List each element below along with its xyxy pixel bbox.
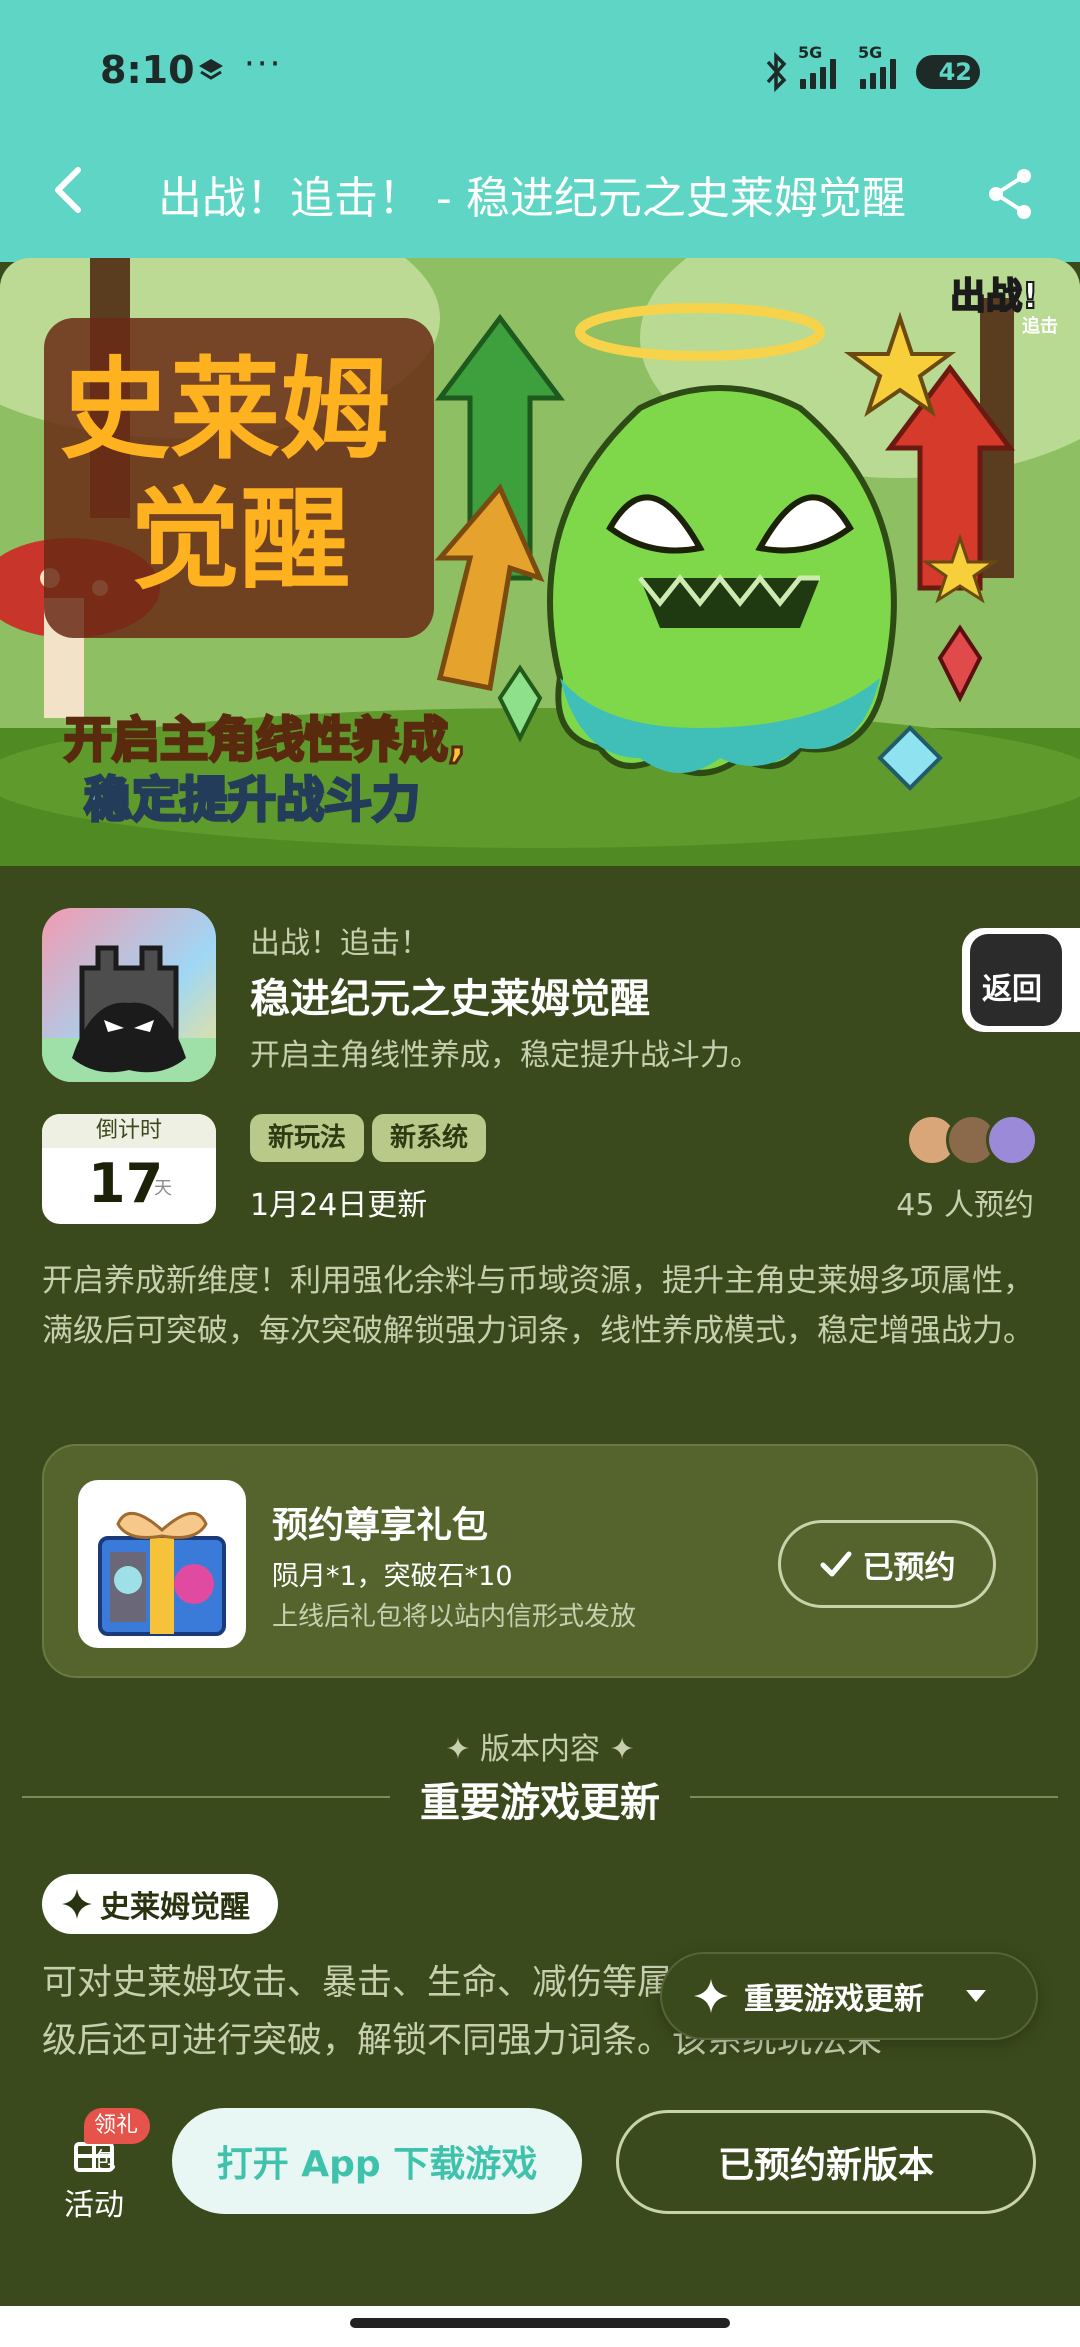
top-bar: 8:10 ··· 5G 5G 42 出战！追击！ - 稳进纪元之史莱姆觉醒: [0, 0, 1080, 262]
banner-logo-2: 追击: [1022, 315, 1058, 337]
gift-pack-card: 预约尊享礼包 陨月*1，突破石*10 上线后礼包将以站内信形式发放 已预约: [42, 1444, 1038, 1678]
reserver-avatars: [906, 1114, 1040, 1166]
divider-right: [690, 1796, 1058, 1798]
sparkle-icon: [62, 1889, 92, 1919]
page-title: 出战！追击！ - 稳进纪元之史莱姆觉醒: [158, 173, 906, 224]
tag-new-system[interactable]: 新系统: [372, 1114, 487, 1162]
countdown-card: 倒计时 17 天: [42, 1114, 216, 1224]
return-label: 返回: [982, 972, 1042, 1007]
section-title: 重要游戏更新: [420, 1780, 660, 1826]
banner-tagline-1: 开启主角线性养成,: [64, 712, 466, 768]
banner-tagline-2: 稳定提升战斗力: [84, 772, 420, 828]
battery-icon: 42: [916, 55, 980, 89]
more-notifications-icon: ···: [244, 44, 283, 84]
back-icon[interactable]: [44, 160, 94, 220]
reservation-count: 45 人预约: [896, 1188, 1034, 1223]
banner-headline-1: 史莱姆: [60, 346, 390, 474]
activity-label: 活动: [64, 2188, 124, 2223]
signal-label: 5G: [798, 43, 823, 62]
return-button[interactable]: 返回: [962, 928, 1080, 1032]
gift-box-icon: [98, 1512, 226, 1636]
signal-label-2: 5G: [858, 43, 883, 62]
hero-banner[interactable]: 史莱姆 觉醒 开启主角线性养成, 稳定提升战斗力 出战! 追击: [0, 258, 1080, 866]
gift-items: 陨月*1，突破石*10: [272, 1561, 513, 1592]
countdown-label: 倒计时: [42, 1114, 216, 1148]
bluetooth-icon: [766, 52, 787, 92]
return-thumbnail: 返回: [970, 934, 1062, 1026]
section-jump-label: 重要游戏更新: [744, 1982, 924, 2017]
banner-logo-1: 出战!: [950, 276, 1038, 317]
update-date: 1月24日更新: [250, 1188, 428, 1223]
app-screen: 8:10 ··· 5G 5G 42 出战！追击！ - 稳进纪元之史莱姆觉醒 史莱…: [0, 0, 1080, 2347]
home-indicator[interactable]: [350, 2318, 730, 2328]
reserved-version-button[interactable]: 已预约新版本: [616, 2110, 1036, 2214]
layers-icon: [199, 59, 223, 80]
caret-down-icon: [966, 1990, 986, 2002]
open-app-button[interactable]: 打开 App 下载游戏: [172, 2108, 582, 2214]
activity-button[interactable]: 领礼包 活动: [40, 2108, 150, 2223]
gift-badge: 领礼包: [84, 2108, 150, 2174]
status-time: 8:10: [100, 48, 195, 92]
battery-level: 42: [938, 58, 972, 86]
feature-chip[interactable]: 史莱姆觉醒: [42, 1874, 278, 1934]
gift-reserved-button[interactable]: 已预约: [778, 1520, 996, 1608]
app-subtitle: 出战！追击！: [250, 926, 430, 961]
signal-icon: 5G: [798, 43, 836, 89]
checkmark-icon: [820, 1551, 851, 1577]
gift-reserved-label: 已预约: [862, 1549, 956, 1586]
castle-icon: [42, 945, 216, 1082]
tag-new-gameplay[interactable]: 新玩法: [250, 1114, 365, 1162]
section-jump-dropdown[interactable]: 重要游戏更新: [660, 1952, 1038, 2040]
banner-headline-2: 觉醒: [130, 476, 350, 604]
feature-chip-label: 史莱姆觉醒: [100, 1890, 250, 1925]
gift-note: 上线后礼包将以站内信形式发放: [272, 1602, 637, 1632]
countdown-days: 17: [88, 1152, 164, 1215]
share-icon[interactable]: [984, 166, 1036, 222]
version-content-label: ✦ 版本内容 ✦: [445, 1732, 635, 1767]
banner-artwork: 史莱姆 觉醒 开启主角线性养成, 稳定提升战斗力 出战! 追击: [0, 258, 1080, 866]
sparkle-icon: [694, 1979, 728, 2013]
app-description: 开启主角线性养成，稳定提升战斗力。: [250, 1038, 760, 1073]
countdown-unit: 天: [154, 1178, 172, 1199]
status-icons: 5G 5G 42: [762, 43, 980, 94]
app-icon: [42, 908, 216, 1082]
long-description: 开启养成新维度！利用强化余料与币域资源，提升主角史莱姆多项属性，满级后可突破，每…: [42, 1263, 1034, 1349]
gift-box-image: [78, 1480, 246, 1648]
signal-icon-2: 5G: [858, 43, 896, 89]
avatar: [986, 1114, 1038, 1166]
gift-title: 预约尊享礼包: [272, 1505, 489, 1546]
app-title: 稳进纪元之史莱姆觉醒: [250, 976, 650, 1022]
